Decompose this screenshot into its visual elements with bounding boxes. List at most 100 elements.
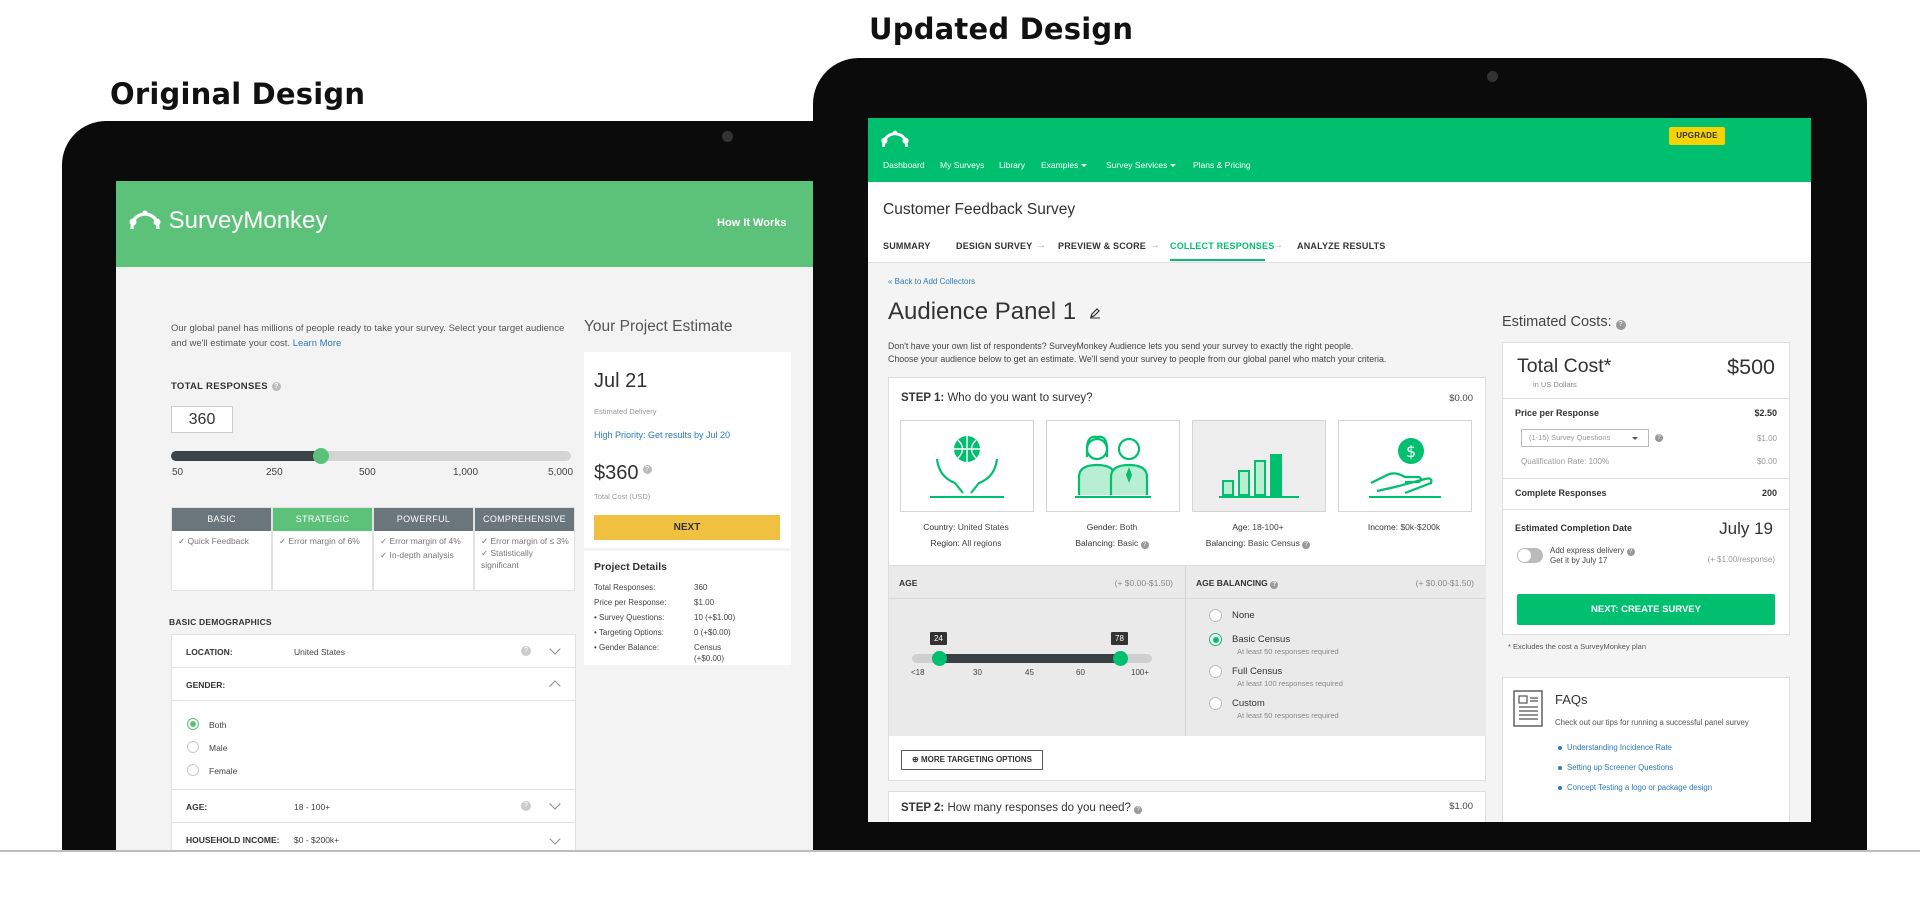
nav-survey-services[interactable]: Survey Services xyxy=(1106,160,1177,170)
plan-strategic[interactable]: STRATEGIC ✓ Error margin of 6% xyxy=(272,507,373,591)
gender-option-male[interactable]: Male xyxy=(187,741,227,753)
age-high-handle[interactable] xyxy=(1113,651,1128,666)
step2-prefix: STEP 2: xyxy=(901,802,945,814)
faq-link[interactable]: Setting up Screener Questions xyxy=(1557,763,1673,772)
detail-value: (+$0.00) xyxy=(694,654,725,663)
age-row[interactable]: AGE: 18 - 100+ ? xyxy=(171,789,576,823)
chevron-down-icon[interactable] xyxy=(549,643,561,655)
demographics-label: BASIC DEMOGRAPHICS xyxy=(169,617,272,627)
chevron-down-icon[interactable] xyxy=(549,798,561,810)
gender-row[interactable]: GENDER: xyxy=(171,667,576,701)
total-cost-label: Total Cost* xyxy=(1517,355,1612,377)
faq-link[interactable]: Concept Testing a logo or package design xyxy=(1557,783,1712,792)
surveymonkey-logo[interactable]: SurveyMonkey xyxy=(128,207,327,235)
arrow-right-icon: → xyxy=(1036,240,1046,251)
age-low-tooltip: 24 xyxy=(930,632,947,645)
radio-icon xyxy=(187,741,199,753)
help-icon[interactable]: ? xyxy=(1626,548,1635,556)
help-icon[interactable]: ? xyxy=(521,801,531,811)
balancing-panel-range: (+ $0.00-$1.50) xyxy=(1415,578,1474,588)
help-icon[interactable]: ? xyxy=(1655,434,1663,442)
option-sublabel: At least 50 responses required xyxy=(1237,711,1339,720)
help-icon[interactable]: ? xyxy=(1615,320,1626,330)
help-icon[interactable]: ? xyxy=(271,382,281,391)
nav-plans-pricing[interactable]: Plans & Pricing xyxy=(1193,160,1251,170)
how-it-works-link[interactable]: How It Works xyxy=(717,217,786,229)
slider-handle[interactable] xyxy=(313,448,329,464)
survey-questions-select[interactable]: (1-15) Survey Questions xyxy=(1521,429,1649,447)
help-icon[interactable]: ? xyxy=(1134,806,1143,814)
plan-comprehensive[interactable]: COMPREHENSIVE ✓ Error margin of ≤ 3% ✓ St… xyxy=(474,507,575,591)
caption-value: All regions xyxy=(961,538,1002,548)
chevron-down-icon[interactable] xyxy=(549,833,561,845)
help-icon[interactable]: ? xyxy=(1302,541,1311,549)
faq-description: Check out our tips for running a success… xyxy=(1555,718,1749,727)
option-sublabel: At least 100 responses required xyxy=(1237,679,1343,688)
laptop-base-line xyxy=(0,850,1920,852)
tile-income[interactable]: $ xyxy=(1338,420,1472,512)
more-targeting-label: MORE TARGETING OPTIONS xyxy=(920,755,1032,764)
faq-link[interactable]: Understanding Incidence Rate xyxy=(1558,743,1672,752)
tile-country[interactable] xyxy=(900,420,1034,512)
location-row[interactable]: LOCATION: United States ? xyxy=(171,634,576,668)
nav-my-surveys[interactable]: My Surveys xyxy=(940,160,984,170)
gender-option-both[interactable]: Both xyxy=(187,718,227,730)
high-priority-link[interactable]: High Priority: Get results by Jul 20 xyxy=(594,430,730,440)
responses-slider[interactable] xyxy=(171,448,571,464)
total-cost-label: Total Cost (USD) xyxy=(594,492,651,501)
upgrade-button[interactable]: UPGRADE xyxy=(1669,127,1725,145)
caret-down-icon xyxy=(1632,437,1638,440)
currency-note: in US Dollars xyxy=(1533,380,1577,389)
express-delivery-toggle[interactable] xyxy=(1517,548,1543,563)
caption-key: Gender: xyxy=(1086,522,1118,532)
help-icon[interactable]: ? xyxy=(1140,541,1149,549)
plan-basic[interactable]: BASIC ✓ Quick Feedback xyxy=(171,507,272,591)
age-range-slider[interactable]: 24 78 xyxy=(912,632,1152,666)
help-icon[interactable]: ? xyxy=(1270,581,1279,589)
tile-age[interactable] xyxy=(1192,420,1326,512)
more-targeting-button[interactable]: ⊕ MORE TARGETING OPTIONS xyxy=(901,750,1043,770)
step-summary[interactable]: SUMMARY xyxy=(883,241,931,251)
help-icon[interactable]: ? xyxy=(521,646,531,656)
plan-feature: ✓ Error margin of ≤ 3% ✓ Statistically si… xyxy=(481,536,569,570)
total-responses-input[interactable]: 360 xyxy=(171,406,233,433)
plan-feature-text: Error margin of 6% xyxy=(288,536,360,546)
nav-dashboard[interactable]: Dashboard xyxy=(883,160,925,170)
pencil-icon[interactable] xyxy=(1089,307,1101,319)
step2-card: STEP 2: How many responses do you need? … xyxy=(888,791,1486,822)
step-design-survey[interactable]: DESIGN SURVEY xyxy=(956,241,1032,251)
learn-more-link[interactable]: Learn More xyxy=(293,338,342,349)
plan-powerful[interactable]: POWERFUL ✓ Error margin of 4% ✓ In-depth … xyxy=(373,507,474,591)
monkey-logo-icon[interactable] xyxy=(880,129,910,149)
radio-icon xyxy=(1209,697,1222,710)
plan-feature: ✓ Error margin of 4% ✓ In-depth analysis xyxy=(380,536,461,560)
age-tick: 60 xyxy=(1076,668,1085,677)
step-collect-responses[interactable]: COLLECT RESPONSES xyxy=(1170,241,1274,251)
next-button[interactable]: NEXT xyxy=(594,515,780,540)
income-value: $0 - $200k+ xyxy=(294,835,340,845)
age-low-handle[interactable] xyxy=(932,651,947,666)
arrow-right-icon: → xyxy=(1150,240,1160,251)
questions-cost: $1.00 xyxy=(1756,434,1777,443)
chevron-up-icon[interactable] xyxy=(549,680,561,692)
create-survey-button[interactable]: NEXT: CREATE SURVEY xyxy=(1517,594,1775,625)
caption-key: Age: xyxy=(1232,522,1250,532)
divider xyxy=(1503,478,1789,479)
age-panel-header: AGE (+ $0.00-$1.50) xyxy=(889,566,1185,599)
nav-library[interactable]: Library xyxy=(999,160,1025,170)
step-preview-score[interactable]: PREVIEW & SCORE xyxy=(1058,241,1146,251)
nav-examples[interactable]: Examples xyxy=(1041,160,1088,170)
option-label: Custom xyxy=(1232,698,1265,709)
step-analyze-results[interactable]: ANALYZE RESULTS xyxy=(1297,241,1386,251)
age-panel-label: AGE xyxy=(899,578,918,588)
income-row[interactable]: HOUSEHOLD INCOME: $0 - $200k+ xyxy=(171,822,576,850)
back-link[interactable]: « Back to Add Collectors xyxy=(888,277,975,286)
step1-card: STEP 1: Who do you want to survey? $0.00 xyxy=(888,377,1486,781)
estimated-costs-text: Estimated Costs: xyxy=(1502,314,1612,330)
faq-title: FAQs xyxy=(1555,692,1588,707)
tile-gender[interactable] xyxy=(1046,420,1180,512)
radio-icon xyxy=(1209,609,1222,622)
help-icon[interactable]: ? xyxy=(642,465,652,474)
age-tick: 100+ xyxy=(1131,668,1150,677)
gender-option-female[interactable]: Female xyxy=(187,764,237,776)
